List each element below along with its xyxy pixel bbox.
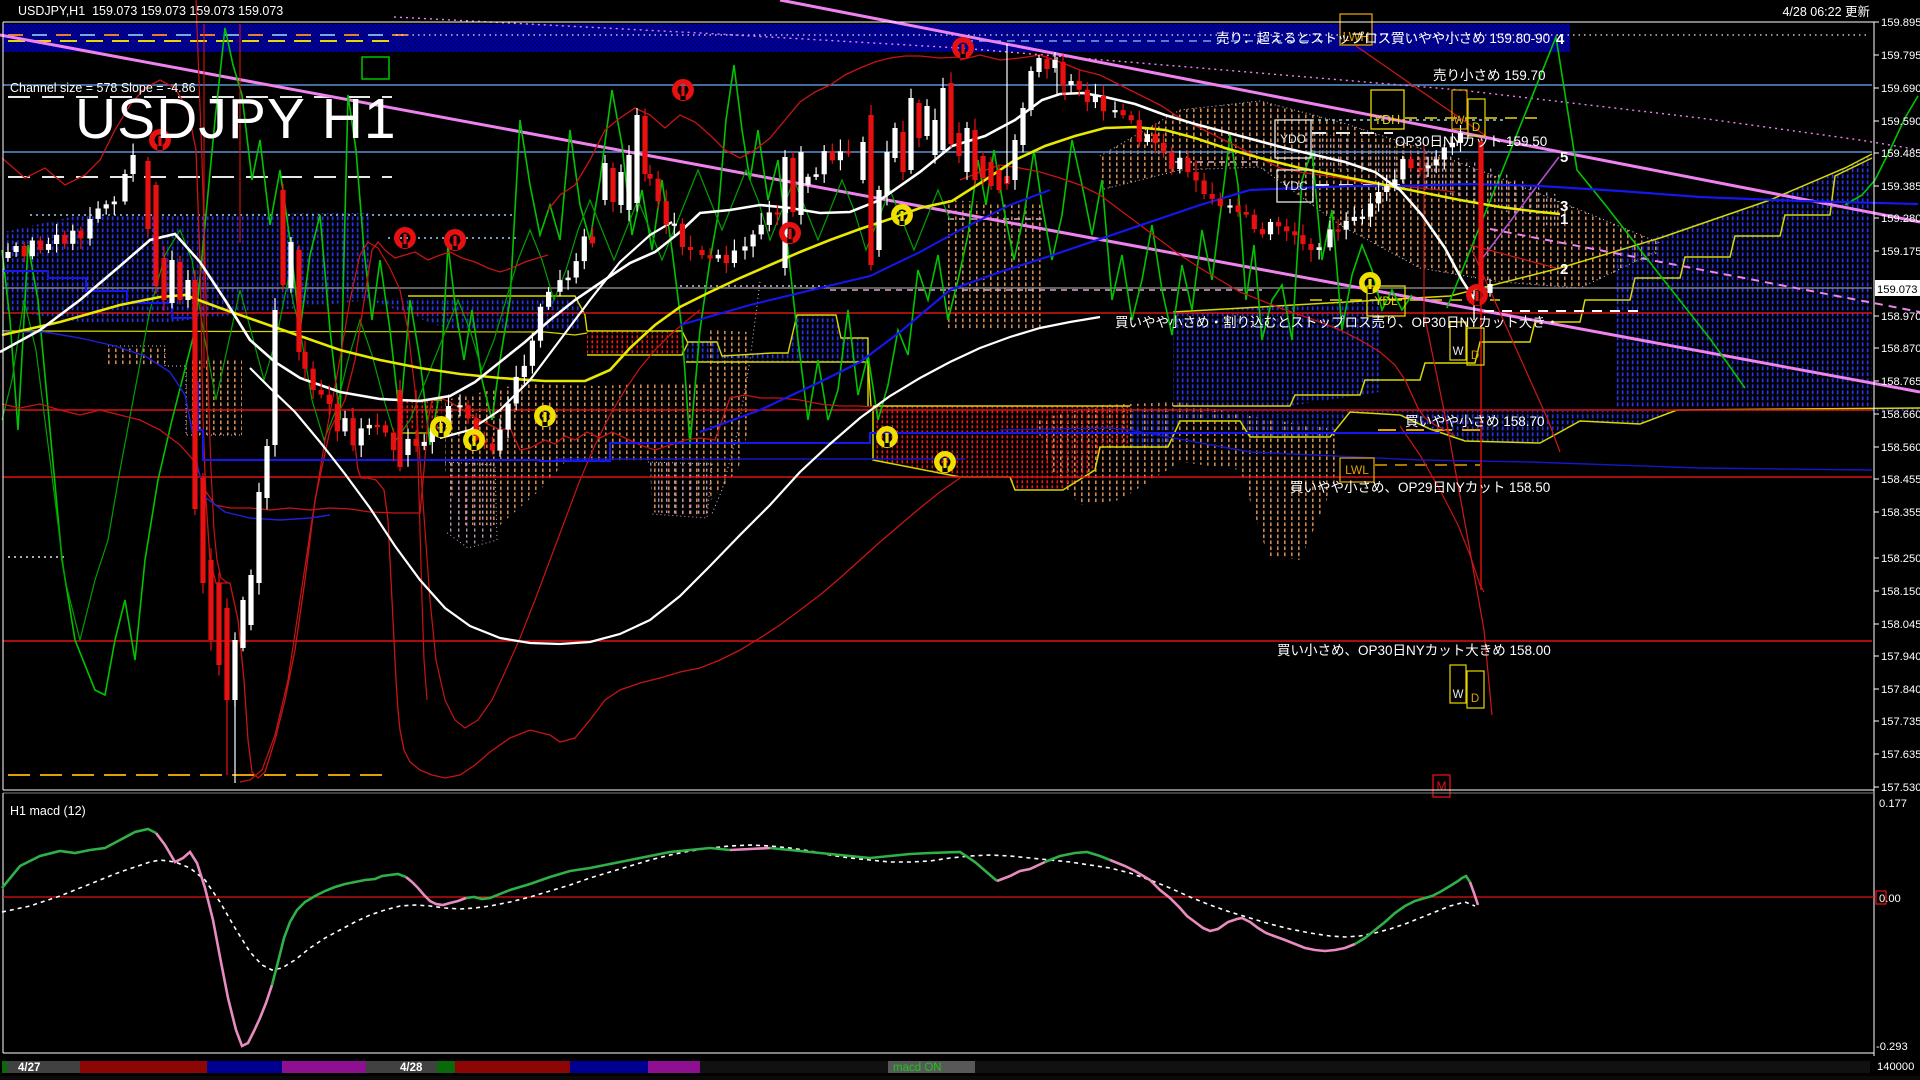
- svg-text:4/28 06:22 更新: 4/28 06:22 更新: [1782, 4, 1870, 19]
- svg-text:158.455: 158.455: [1881, 474, 1920, 486]
- svg-text:4: 4: [1556, 31, 1565, 48]
- svg-text:4/28: 4/28: [400, 1062, 423, 1074]
- svg-text:売り：超えるとストップロス買いやや小さめ 159.80-90: 売り：超えるとストップロス買いやや小さめ 159.80-90: [1216, 31, 1550, 46]
- svg-text:159.795: 159.795: [1881, 50, 1920, 62]
- svg-text:159.073: 159.073: [1877, 284, 1917, 296]
- svg-text:157.635: 157.635: [1881, 749, 1920, 761]
- svg-text:W: W: [1453, 689, 1464, 701]
- svg-text:macd ON: macd ON: [893, 1062, 942, 1074]
- svg-text:買い小さめ、OP30日NYカット大きめ 158.00: 買い小さめ、OP30日NYカット大きめ 158.00: [1277, 643, 1551, 658]
- svg-text:159.895: 159.895: [1881, 17, 1920, 29]
- svg-text:158.660: 158.660: [1881, 409, 1920, 421]
- svg-text:W: W: [1454, 115, 1465, 127]
- svg-text:-0.293: -0.293: [1876, 1041, 1908, 1053]
- svg-text:買いやや小さめ 158.70: 買いやや小さめ 158.70: [1405, 414, 1545, 429]
- svg-text:159.385: 159.385: [1881, 181, 1920, 193]
- svg-text:買いやや小さめ・割り込むとストップロス売り、OP30日NYカ: 買いやや小さめ・割り込むとストップロス売り、OP30日NYカット大き・: [1115, 314, 1559, 330]
- svg-text:OP30日NYカット 159.50: OP30日NYカット 159.50: [1395, 134, 1547, 149]
- svg-text:159.690: 159.690: [1881, 83, 1920, 95]
- svg-text:158.970: 158.970: [1881, 311, 1920, 323]
- svg-text:157.530: 157.530: [1881, 782, 1920, 794]
- svg-text:YDO: YDO: [1280, 132, 1306, 146]
- svg-text:YDL: YDL: [1374, 294, 1398, 308]
- svg-text:D: D: [1471, 350, 1479, 362]
- svg-text:YDC: YDC: [1282, 179, 1308, 193]
- svg-text:158.765: 158.765: [1881, 376, 1920, 388]
- svg-text:159.280: 159.280: [1881, 213, 1920, 225]
- svg-text:1: 1: [1560, 211, 1568, 228]
- svg-text:157.840: 157.840: [1881, 684, 1920, 696]
- svg-text:158.355: 158.355: [1881, 507, 1920, 519]
- svg-text:2: 2: [1560, 261, 1568, 278]
- svg-text:159.175: 159.175: [1881, 246, 1920, 258]
- svg-text:H1 macd (12): H1 macd (12): [10, 804, 86, 818]
- svg-text:YDH: YDH: [1374, 113, 1400, 127]
- svg-text:158.250: 158.250: [1881, 553, 1920, 565]
- svg-text:4/27: 4/27: [18, 1062, 40, 1074]
- svg-text:0.00: 0.00: [1879, 893, 1901, 905]
- svg-text:W: W: [1453, 346, 1464, 358]
- svg-text:M: M: [1437, 779, 1447, 793]
- svg-text:158.150: 158.150: [1881, 586, 1920, 598]
- svg-text:157.940: 157.940: [1881, 651, 1920, 663]
- svg-text:158.045: 158.045: [1881, 619, 1920, 631]
- svg-text:LWL: LWL: [1345, 463, 1369, 477]
- svg-text:157.735: 157.735: [1881, 716, 1920, 728]
- svg-text:158.870: 158.870: [1881, 343, 1920, 355]
- svg-text:USDJPY H1: USDJPY H1: [75, 87, 397, 151]
- svg-text:買いやや小さめ、OP29日NYカット 158.50: 買いやや小さめ、OP29日NYカット 158.50: [1290, 480, 1550, 495]
- svg-text:D: D: [1471, 693, 1479, 705]
- svg-text:D: D: [1472, 122, 1480, 134]
- svg-text:140000: 140000: [1877, 1061, 1914, 1073]
- svg-text:USDJPY,H1 159.073 159.073 159: USDJPY,H1 159.073 159.073 159.073 159.07…: [18, 4, 283, 18]
- svg-text:売り小さめ 159.70: 売り小さめ 159.70: [1433, 68, 1546, 83]
- svg-text:159.485: 159.485: [1881, 148, 1920, 160]
- svg-text:0.177: 0.177: [1879, 798, 1907, 810]
- svg-text:159.590: 159.590: [1881, 116, 1920, 128]
- svg-text:5: 5: [1560, 149, 1568, 166]
- svg-text:158.560: 158.560: [1881, 442, 1920, 454]
